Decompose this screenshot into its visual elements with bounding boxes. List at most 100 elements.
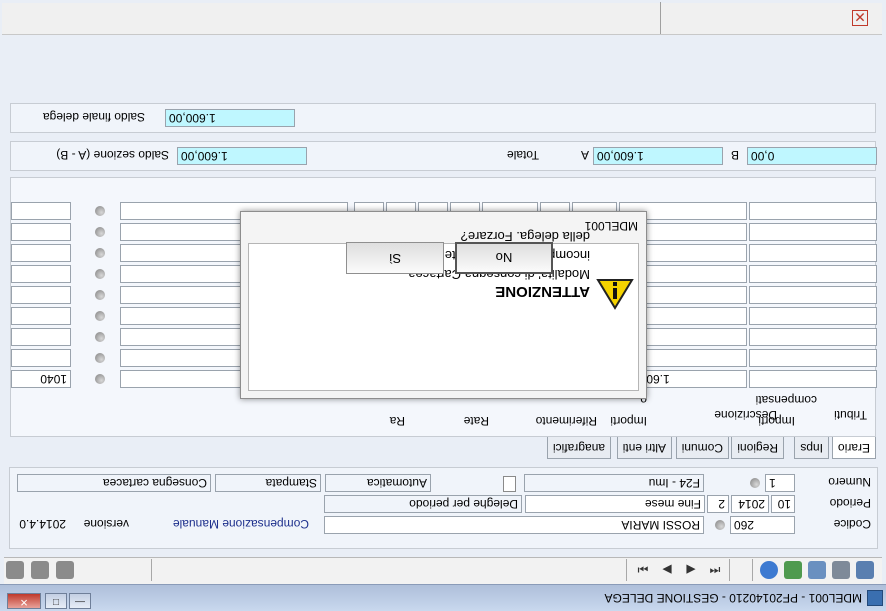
versione-value: 2014.4.0 xyxy=(19,517,66,531)
saldo-finale-label: Saldo finale delega xyxy=(42,110,145,124)
tributo-lookup-icon[interactable] xyxy=(95,374,105,384)
tributo-cell[interactable] xyxy=(11,202,71,220)
forward-icon[interactable] xyxy=(31,561,49,579)
help-icon[interactable] xyxy=(760,561,778,579)
tab-inps[interactable]: Inps xyxy=(794,437,829,459)
dialog-caption: MDEL001 xyxy=(584,219,638,233)
next-icon[interactable]: ▶ xyxy=(658,561,676,579)
exit-icon[interactable] xyxy=(6,561,24,579)
close-window-button[interactable]: ✕ xyxy=(7,593,41,609)
no-button[interactable]: No xyxy=(455,242,553,274)
compensazione-label: Compensazione Manuale xyxy=(172,517,309,531)
toolbar-separator xyxy=(151,559,152,581)
toolbar-separator xyxy=(626,559,627,581)
codice-label: Codice xyxy=(833,517,871,531)
codice-lookup-icon[interactable] xyxy=(715,520,725,530)
tributo-cell[interactable] xyxy=(11,307,71,325)
first-icon[interactable]: ⏮ xyxy=(706,561,724,579)
numero-field[interactable]: 1 xyxy=(765,474,795,492)
periodo-tipo-field[interactable]: 2 xyxy=(707,495,729,513)
tools-icon[interactable] xyxy=(784,561,802,579)
numero-lookup-icon[interactable] xyxy=(750,478,760,488)
compensati-cell[interactable] xyxy=(749,265,877,283)
compensati-cell[interactable] xyxy=(749,244,877,262)
versione-label: versione xyxy=(83,517,129,531)
tributo-cell[interactable] xyxy=(11,223,71,241)
export-icon[interactable] xyxy=(56,561,74,579)
tributo-lookup-icon[interactable] xyxy=(95,311,105,321)
compensati-cell[interactable] xyxy=(749,286,877,304)
header-riferimento: Riferimento xyxy=(535,414,597,428)
toolbar: ⏮ ◀ ▶ ⏭ xyxy=(4,557,882,584)
header-ra: Ra xyxy=(389,414,405,428)
window-title: MDEL001 - PF20140210 - GESTIONE DELEGA xyxy=(604,591,862,605)
warning-icon xyxy=(596,278,634,310)
tributo-cell[interactable]: 1040 xyxy=(11,370,71,388)
saldo-sezione-row: Saldo sezione (A - B) 1.600,00 Totale A … xyxy=(10,141,877,171)
minimize-button[interactable]: — xyxy=(69,593,91,609)
tributo-lookup-icon[interactable] xyxy=(95,248,105,258)
saldo-finale-field[interactable]: 1.600,00 xyxy=(165,109,295,127)
compensati-cell[interactable] xyxy=(749,223,877,241)
stampata-field: Stampata xyxy=(215,474,321,492)
header-importi-debito: Importi xyxy=(610,414,647,428)
tributo-lookup-icon[interactable] xyxy=(95,206,105,216)
header-tributi: Tributi xyxy=(834,408,867,422)
totale-b-field[interactable]: 0,00 xyxy=(747,147,877,165)
tributo-lookup-icon[interactable] xyxy=(95,269,105,279)
numero-label: Numero xyxy=(828,475,871,489)
toolbar-separator xyxy=(729,559,730,581)
tributo-lookup-icon[interactable] xyxy=(95,227,105,237)
header-rate: Rate xyxy=(463,414,489,428)
compensati-cell[interactable] xyxy=(749,328,877,346)
nominativo-field[interactable]: ROSSI MARIA xyxy=(324,516,704,534)
periodo-mese-field[interactable]: 10 xyxy=(771,495,795,513)
confirm-dialog: MDEL001 ATTENZIONE Modalita' di consegna… xyxy=(240,211,647,399)
compensati-cell[interactable] xyxy=(749,202,877,220)
totale-b-label: B xyxy=(730,148,739,162)
document-icon[interactable] xyxy=(503,476,516,492)
close-icon[interactable]: ✕ xyxy=(852,9,868,26)
print-icon[interactable] xyxy=(832,561,850,579)
saldo-sezione-field[interactable]: 1.600,00 xyxy=(177,147,307,165)
tributo-lookup-icon[interactable] xyxy=(95,353,105,363)
header-importi-compensati-2: compensati xyxy=(755,393,817,407)
tab-regioni[interactable]: Regioni xyxy=(731,437,784,459)
tab-comuni[interactable]: Comuni xyxy=(675,437,729,459)
app-icon xyxy=(867,590,883,606)
tributo-lookup-icon[interactable] xyxy=(95,332,105,342)
compensati-cell[interactable] xyxy=(749,307,877,325)
periodo-anno-field[interactable]: 2014 xyxy=(731,495,769,513)
tributo-cell[interactable] xyxy=(11,286,71,304)
tributo-cell[interactable] xyxy=(11,349,71,367)
yes-button[interactable]: Sì xyxy=(346,242,444,274)
document-icon[interactable] xyxy=(808,561,826,579)
footer-separator xyxy=(660,2,661,34)
prev-icon[interactable]: ◀ xyxy=(682,561,700,579)
toolbar-separator xyxy=(752,559,753,581)
totale-a-field[interactable]: 1.600,00 xyxy=(593,147,723,165)
compensati-cell[interactable] xyxy=(749,349,877,367)
tributo-cell[interactable] xyxy=(11,244,71,262)
last-icon[interactable]: ⏭ xyxy=(634,561,652,579)
compensati-cell[interactable] xyxy=(749,370,877,388)
maximize-button[interactable]: □ xyxy=(45,593,67,609)
periodo-desc-field[interactable]: Fine mese xyxy=(525,495,705,513)
consegna-field: Consegna cartacea xyxy=(17,474,211,492)
footer-bar: ✕ xyxy=(2,2,882,35)
totale-a-label: A xyxy=(580,148,589,162)
tab-erario[interactable]: Erario xyxy=(831,435,876,459)
saldo-sezione-label: Saldo sezione (A - B) xyxy=(56,148,169,162)
modello-field: F24 - Imu xyxy=(524,474,704,492)
application-window: MDEL001 - PF20140210 - GESTIONE DELEGA —… xyxy=(0,0,886,611)
tab-altri-enti[interactable]: Altri enti xyxy=(616,437,672,459)
automatica-field: Automatica xyxy=(325,474,431,492)
save-icon[interactable] xyxy=(856,561,874,579)
codice-field[interactable]: 260 xyxy=(730,516,795,534)
tributo-cell[interactable] xyxy=(11,265,71,283)
tributo-lookup-icon[interactable] xyxy=(95,290,105,300)
tab-anagrafici[interactable]: anagrafici xyxy=(546,437,611,459)
deleghe-per-periodo-button[interactable]: Deleghe per periodo xyxy=(324,495,522,513)
tributo-cell[interactable] xyxy=(11,328,71,346)
saldo-finale-row: Saldo finale delega 1.600,00 xyxy=(10,103,876,133)
